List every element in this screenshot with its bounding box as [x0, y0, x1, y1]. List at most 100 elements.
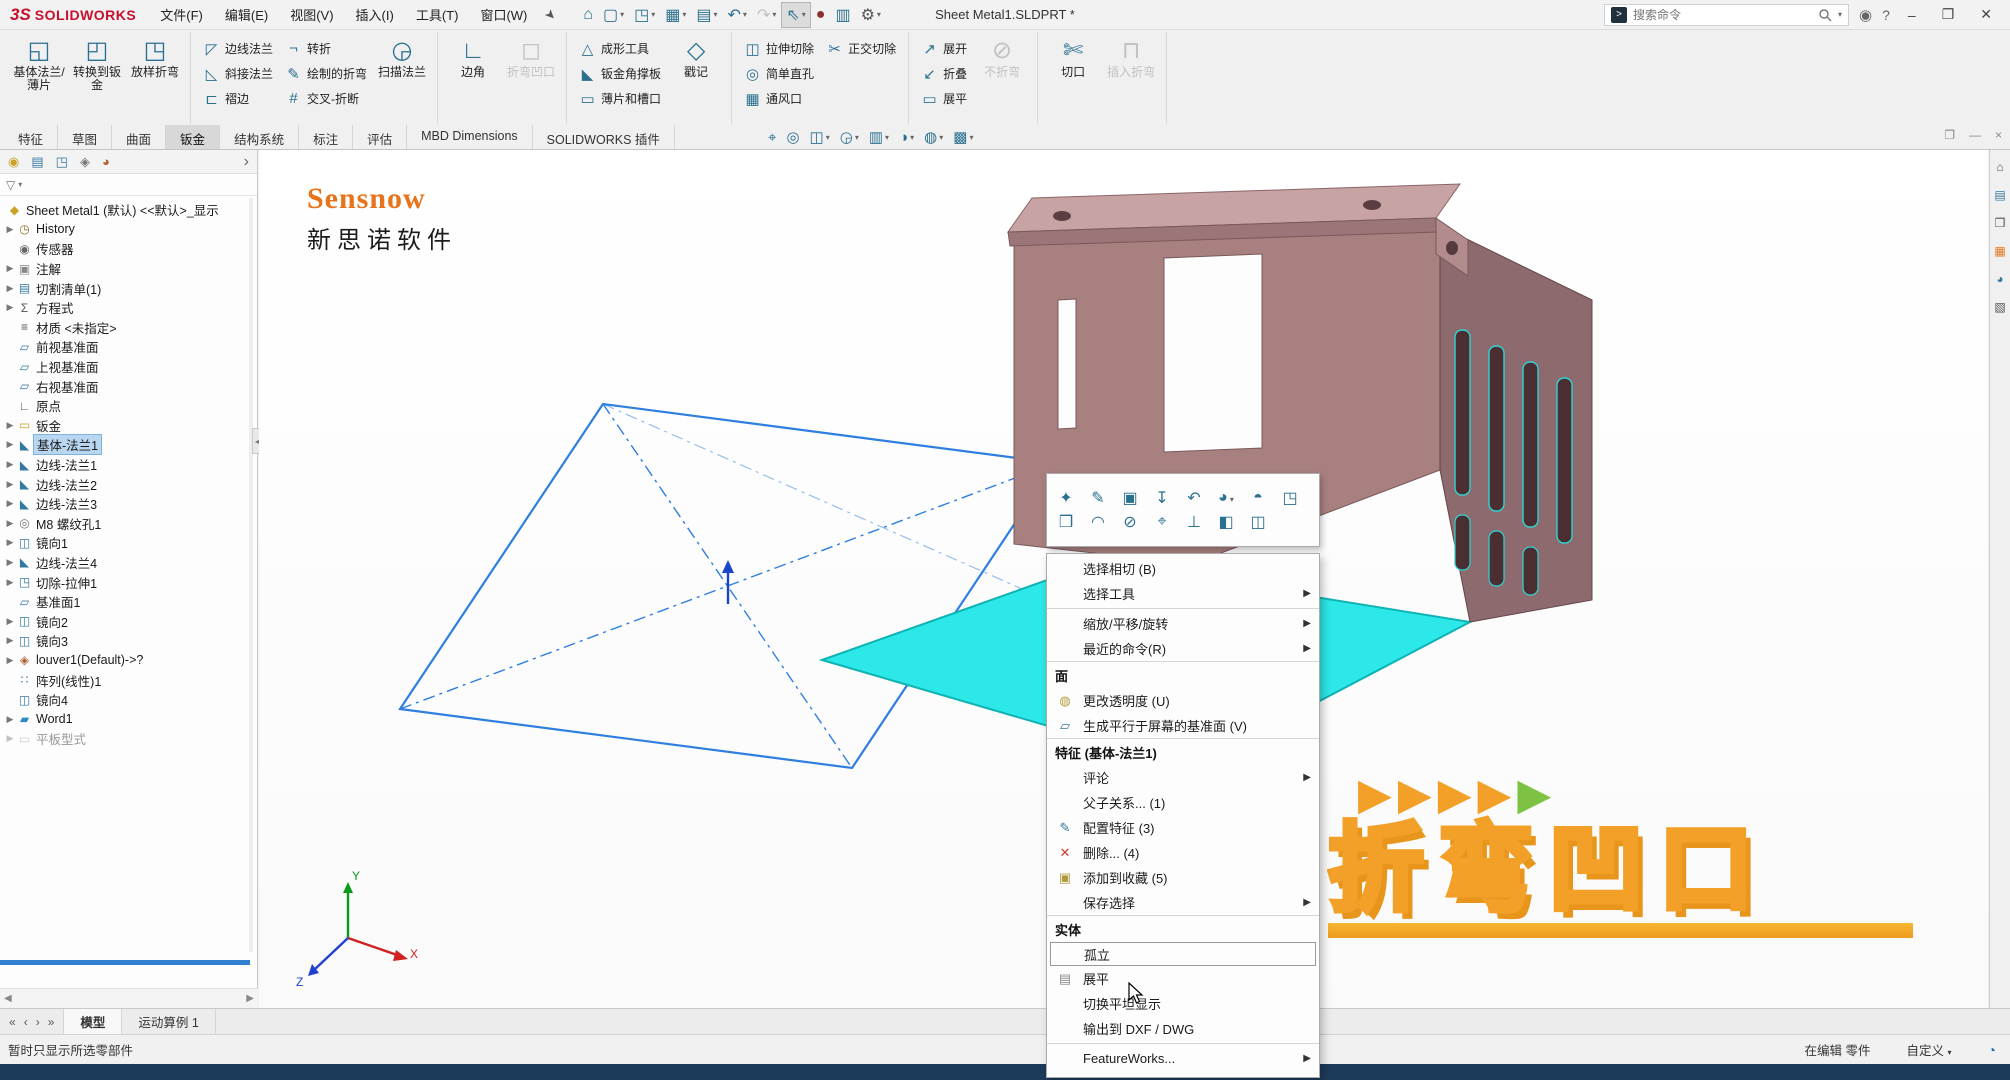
normal-to-icon[interactable]: ⊥ — [1183, 512, 1205, 532]
expand-arrow-icon[interactable]: ▶ — [4, 616, 16, 627]
expand-arrow-icon[interactable]: ▶ — [4, 635, 16, 646]
ribbon-button-正交切除[interactable]: ✂正交切除 — [820, 38, 902, 59]
bottom-tab-模型[interactable]: 模型 — [64, 1009, 122, 1034]
expand-arrow-icon[interactable]: ▶ — [4, 479, 16, 490]
tab-nav-icon-0[interactable]: « — [6, 1015, 19, 1029]
save-icon[interactable]: ▦▾ — [660, 2, 691, 28]
tree-item-镜向1[interactable]: ▶◫镜向1 — [0, 533, 250, 553]
tab-曲面[interactable]: 曲面 — [112, 125, 166, 149]
tree-item-边线-法兰1[interactable]: ▶◣边线-法兰1 — [0, 455, 250, 475]
menu-item-4[interactable]: 工具(T) — [406, 1, 469, 28]
ribbon-button-转折[interactable]: ¬转折 — [279, 38, 373, 59]
help-icon[interactable]: ? — [1882, 7, 1890, 23]
tree-item-方程式[interactable]: ▶Σ方程式 — [0, 298, 250, 318]
ribbon-button-边线法兰[interactable]: ◸边线法兰 — [197, 38, 279, 59]
expand-arrow-icon[interactable]: ▶ — [4, 655, 16, 666]
menu-item-更改透明度 (U)[interactable]: ◍更改透明度 (U) — [1047, 688, 1319, 713]
menu-item-5[interactable]: 窗口(W) — [470, 1, 537, 28]
menu-item-选择工具[interactable]: 选择工具▶ — [1047, 581, 1319, 606]
ribbon-button-简单直孔[interactable]: ◎简单直孔 — [738, 63, 820, 84]
search-caret-icon[interactable]: ▾ — [1838, 10, 1842, 19]
magnify-icon[interactable]: ⌖ — [1151, 513, 1173, 531]
tree-filter-row[interactable]: ▽ ▾ — [0, 174, 257, 196]
menu-item-输出到 DXF / DWG[interactable]: 输出到 DXF / DWG — [1047, 1016, 1319, 1041]
menu-item-最近的命令(R)[interactable]: 最近的命令(R)▶ — [1047, 636, 1319, 661]
ribbon-button-扫描法兰[interactable]: ◶扫描法兰 — [373, 32, 431, 124]
print-icon[interactable]: ▤▾ — [691, 2, 722, 28]
new-document-icon[interactable]: ▢▾ — [598, 2, 629, 28]
menu-item-3[interactable]: 插入(I) — [346, 1, 404, 28]
ribbon-button-展开[interactable]: ↗展开 — [915, 38, 973, 59]
pin-menu-icon[interactable]: ➤ — [536, 0, 566, 30]
expand-arrow-icon[interactable]: ▶ — [4, 498, 16, 509]
tree-item-镜向4[interactable]: ◫镜向4 — [0, 690, 250, 710]
doc-minimize-icon[interactable]: — — [1969, 128, 1981, 142]
menu-item-0[interactable]: 文件(F) — [150, 1, 213, 28]
tree-item-注解[interactable]: ▶▣注解 — [0, 259, 250, 279]
undo-icon[interactable]: ↶▾ — [723, 2, 752, 28]
tree-item-边线-法兰4[interactable]: ▶◣边线-法兰4 — [0, 553, 250, 573]
ribbon-button-切口[interactable]: ✄切口 — [1044, 32, 1102, 124]
doc-restore-icon[interactable]: ❐ — [1944, 128, 1955, 142]
search-input[interactable] — [1633, 8, 1812, 22]
restore-button[interactable]: ❐ — [1934, 6, 1963, 23]
ribbon-button-通风口[interactable]: ▦通风口 — [738, 88, 820, 109]
ribbon-button-交叉-折断[interactable]: #交叉-折断 — [279, 88, 373, 109]
menu-item-孤立[interactable]: 孤立 — [1050, 942, 1316, 966]
ribbon-button-成形工具[interactable]: △成形工具 — [573, 38, 667, 59]
expand-arrow-icon[interactable]: ▶ — [4, 557, 16, 568]
tree-item-镜向3[interactable]: ▶◫镜向3 — [0, 631, 250, 651]
hide-face-icon[interactable]: ⊘ — [1119, 512, 1141, 532]
select-cursor-icon[interactable]: ⇖▾ — [781, 2, 810, 28]
options-gear-icon[interactable]: ⚙▾ — [856, 2, 886, 28]
tab-特征[interactable]: 特征 — [4, 125, 58, 149]
ribbon-button-薄片和槽口[interactable]: ▭薄片和槽口 — [573, 88, 667, 109]
tree-item-切除-拉伸1[interactable]: ▶◳切除-拉伸1 — [0, 572, 250, 592]
menu-item-配置特征 (3)[interactable]: ✎配置特征 (3) — [1047, 815, 1319, 840]
panel-h-scrollbar[interactable]: ◀ ▶ — [0, 988, 258, 1008]
menu-item-展平[interactable]: ▤展平 — [1047, 966, 1319, 991]
performance-icon[interactable]: ● — [811, 2, 831, 28]
ribbon-button-放样折弯[interactable]: ◳放样折弯 — [126, 32, 184, 124]
lasso-select-icon[interactable]: ◠ — [1087, 512, 1109, 532]
menu-item-添加到收藏 (5)[interactable]: ▣添加到收藏 (5) — [1047, 865, 1319, 890]
file-explorer-icon[interactable]: ❒ — [1995, 216, 2006, 230]
zoom-fit-icon[interactable]: ⌖ — [765, 128, 779, 147]
rollback-icon[interactable]: ↧ — [1151, 488, 1173, 508]
tree-item-阵列(线性)1[interactable]: ∷阵列(线性)1 — [0, 670, 250, 690]
undo-icon[interactable]: ↶ — [1183, 488, 1205, 508]
display-pane-icon[interactable]: ▥ — [830, 2, 855, 28]
display-manager-tab-icon[interactable]: ◕ — [102, 154, 110, 169]
tab-钣金[interactable]: 钣金 — [166, 125, 220, 149]
bottom-tab-运动算例 1[interactable]: 运动算例 1 — [122, 1009, 215, 1034]
dimxpert-tab-icon[interactable]: ◈ — [80, 154, 90, 170]
tree-item-前视基准面[interactable]: ▱前视基准面 — [0, 337, 250, 357]
display-style-icon[interactable]: ▥▾ — [866, 127, 892, 147]
tree-item-右视基准面[interactable]: ▱右视基准面 — [0, 376, 250, 396]
close-button[interactable]: ✕ — [1972, 6, 2000, 23]
expand-arrow-icon[interactable]: ▶ — [4, 224, 16, 235]
tree-item-History[interactable]: ▶◷History — [0, 220, 250, 240]
ribbon-button-戳记[interactable]: ◇戳记 — [667, 32, 725, 124]
tab-SOLIDWORKS 插件[interactable]: SOLIDWORKS 插件 — [533, 125, 675, 149]
isometric-view-icon[interactable]: ◧ — [1215, 512, 1237, 532]
property-manager-tab-icon[interactable]: ▤ — [31, 154, 43, 170]
ribbon-button-基体法兰/薄片[interactable]: ◱基体法兰/薄片 — [10, 32, 68, 124]
tree-item-传感器[interactable]: ◉传感器 — [0, 239, 250, 259]
design-library-icon[interactable]: ▤ — [1994, 188, 2005, 202]
tree-item-M8 螺纹孔1[interactable]: ▶◎M8 螺纹孔1 — [0, 514, 250, 534]
box-select-icon[interactable]: ❒ — [1055, 512, 1077, 532]
tab-草图[interactable]: 草图 — [58, 125, 112, 149]
tab-nav-icon-3[interactable]: » — [45, 1015, 58, 1029]
appearances-icon[interactable]: ◕ — [1996, 272, 2003, 286]
tab-MBD Dimensions[interactable]: MBD Dimensions — [407, 125, 533, 149]
section-view-icon[interactable]: ◫▾ — [807, 127, 833, 147]
edit-appearance-icon[interactable]: ◍▾ — [921, 127, 946, 147]
tree-item-基体-法兰1[interactable]: ▶◣基体-法兰1 — [0, 435, 250, 455]
minimize-button[interactable]: – — [1900, 7, 1924, 23]
search-icon[interactable] — [1818, 8, 1832, 22]
ribbon-button-折叠[interactable]: ↙折叠 — [915, 63, 973, 84]
copy-appearance-icon[interactable]: ◳ — [1279, 488, 1301, 508]
ribbon-button-展平[interactable]: ▭展平 — [915, 88, 973, 109]
ribbon-button-转换到钣金[interactable]: ◰转换到钣金 — [68, 32, 126, 124]
